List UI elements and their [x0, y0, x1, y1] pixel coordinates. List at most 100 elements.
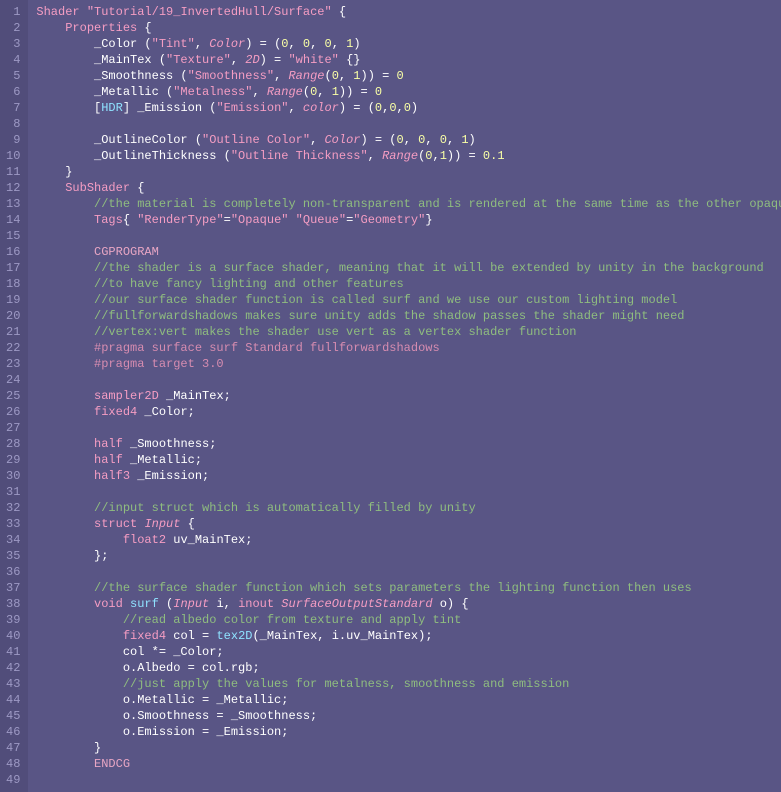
code-line[interactable]: _Smoothness ("Smoothness", Range(0, 1)) … — [36, 68, 781, 84]
code-editor[interactable]: Shader "Tutorial/19_InvertedHull/Surface… — [28, 0, 781, 792]
token-type: Input — [144, 517, 180, 531]
token-dir: ENDCG — [94, 757, 130, 771]
token-whi — [36, 613, 122, 627]
code-line[interactable]: CGPROGRAM — [36, 244, 781, 260]
code-line[interactable]: //the material is completely non-transpa… — [36, 196, 781, 212]
code-line[interactable]: _OutlineThickness ("Outline Thickness", … — [36, 148, 781, 164]
code-line[interactable]: //our surface shader function is called … — [36, 292, 781, 308]
token-whi: ( — [324, 69, 331, 83]
token-whi — [36, 517, 94, 531]
code-line[interactable]: struct Input { — [36, 516, 781, 532]
code-line[interactable]: o.Albedo = col.rgb; — [36, 660, 781, 676]
code-line[interactable]: void surf (Input i, inout SurfaceOutputS… — [36, 596, 781, 612]
token-whi: }; — [36, 549, 108, 563]
line-number: 21 — [6, 324, 20, 340]
code-line[interactable]: //vertex:vert makes the shader use vert … — [36, 324, 781, 340]
line-number: 33 — [6, 516, 20, 532]
token-num: 1 — [332, 85, 339, 99]
code-line[interactable]: sampler2D _MainTex; — [36, 388, 781, 404]
code-line[interactable]: Tags{ "RenderType"="Opaque" "Queue"="Geo… — [36, 212, 781, 228]
code-line[interactable]: fixed4 col = tex2D(_MainTex, i.uv_MainTe… — [36, 628, 781, 644]
code-line[interactable]: half _Metallic; — [36, 452, 781, 468]
token-kw: SubShader — [65, 181, 130, 195]
code-line[interactable] — [36, 116, 781, 132]
code-line[interactable]: #pragma surface surf Standard fullforwar… — [36, 340, 781, 356]
code-line[interactable]: half3 _Emission; — [36, 468, 781, 484]
token-num: 0.1 — [483, 149, 505, 163]
code-line[interactable]: }; — [36, 548, 781, 564]
code-line[interactable] — [36, 564, 781, 580]
code-line[interactable]: #pragma target 3.0 — [36, 356, 781, 372]
code-line[interactable]: float2 uv_MainTex; — [36, 532, 781, 548]
line-number: 39 — [6, 612, 20, 628]
code-line[interactable]: } — [36, 164, 781, 180]
code-line[interactable]: _OutlineColor ("Outline Color", Color) =… — [36, 132, 781, 148]
token-whi — [36, 437, 94, 451]
token-whi: , — [404, 133, 418, 147]
line-number: 28 — [6, 436, 20, 452]
code-line[interactable]: _Metallic ("Metalness", Range(0, 1)) = 0 — [36, 84, 781, 100]
code-line[interactable]: fixed4 _Color; — [36, 404, 781, 420]
token-type: Range — [288, 69, 324, 83]
code-line[interactable] — [36, 484, 781, 500]
code-line[interactable] — [36, 420, 781, 436]
token-whi — [36, 261, 94, 275]
code-line[interactable]: //input struct which is automatically fi… — [36, 500, 781, 516]
token-whi: , — [339, 69, 353, 83]
token-kw: Properties — [65, 21, 137, 35]
line-number: 11 — [6, 164, 20, 180]
token-type: Range — [382, 149, 418, 163]
code-line[interactable]: half _Smoothness; — [36, 436, 781, 452]
token-kw: fixed4 — [123, 629, 166, 643]
token-type: color — [303, 101, 339, 115]
token-whi — [36, 309, 94, 323]
token-whi: { — [180, 517, 194, 531]
token-whi: _Color; — [137, 405, 195, 419]
line-number: 41 — [6, 644, 20, 660]
code-line[interactable]: //fullforwardshadows makes sure unity ad… — [36, 308, 781, 324]
code-line[interactable]: _MainTex ("Texture", 2D) = "white" {} — [36, 52, 781, 68]
token-type: Range — [267, 85, 303, 99]
code-line[interactable]: SubShader { — [36, 180, 781, 196]
code-line[interactable]: Shader "Tutorial/19_InvertedHull/Surface… — [36, 4, 781, 20]
code-line[interactable] — [36, 228, 781, 244]
token-whi: col = — [166, 629, 216, 643]
token-whi: , — [274, 69, 288, 83]
token-whi: _OutlineColor ( — [36, 133, 202, 147]
line-number: 14 — [6, 212, 20, 228]
code-line[interactable]: } — [36, 740, 781, 756]
line-number: 43 — [6, 676, 20, 692]
token-whi: ) — [353, 37, 360, 51]
line-number: 31 — [6, 484, 20, 500]
code-line[interactable]: Properties { — [36, 20, 781, 36]
code-line[interactable]: ENDCG — [36, 756, 781, 772]
line-number-gutter: 1234567891011121314151617181920212223242… — [0, 0, 28, 792]
token-whi — [36, 197, 94, 211]
token-whi: { — [130, 181, 144, 195]
code-line[interactable]: //to have fancy lighting and other featu… — [36, 276, 781, 292]
code-line[interactable]: o.Metallic = _Metallic; — [36, 692, 781, 708]
code-line[interactable]: //just apply the values for metalness, s… — [36, 676, 781, 692]
code-line[interactable] — [36, 372, 781, 388]
token-str: "Tint" — [152, 37, 195, 51]
token-num: 0 — [397, 69, 404, 83]
token-whi: _Color ( — [36, 37, 151, 51]
code-line[interactable]: _Color ("Tint", Color) = (0, 0, 0, 1) — [36, 36, 781, 52]
token-whi: _Smoothness; — [123, 437, 217, 451]
code-line[interactable] — [36, 772, 781, 788]
token-kw: sampler2D — [94, 389, 159, 403]
code-line[interactable]: //the shader is a surface shader, meanin… — [36, 260, 781, 276]
token-whi — [36, 405, 94, 419]
code-line[interactable]: //read albedo color from texture and app… — [36, 612, 781, 628]
token-whi — [36, 629, 122, 643]
token-whi: , — [397, 101, 404, 115]
code-line[interactable]: [HDR] _Emission ("Emission", color) = (0… — [36, 100, 781, 116]
code-line[interactable]: col *= _Color; — [36, 644, 781, 660]
token-whi: } — [36, 741, 101, 755]
code-line[interactable]: o.Emission = _Emission; — [36, 724, 781, 740]
token-whi: (_MainTex, i.uv_MainTex); — [252, 629, 432, 643]
code-line[interactable]: //the surface shader function which sets… — [36, 580, 781, 596]
token-whi — [36, 357, 94, 371]
token-whi — [36, 581, 94, 595]
code-line[interactable]: o.Smoothness = _Smoothness; — [36, 708, 781, 724]
